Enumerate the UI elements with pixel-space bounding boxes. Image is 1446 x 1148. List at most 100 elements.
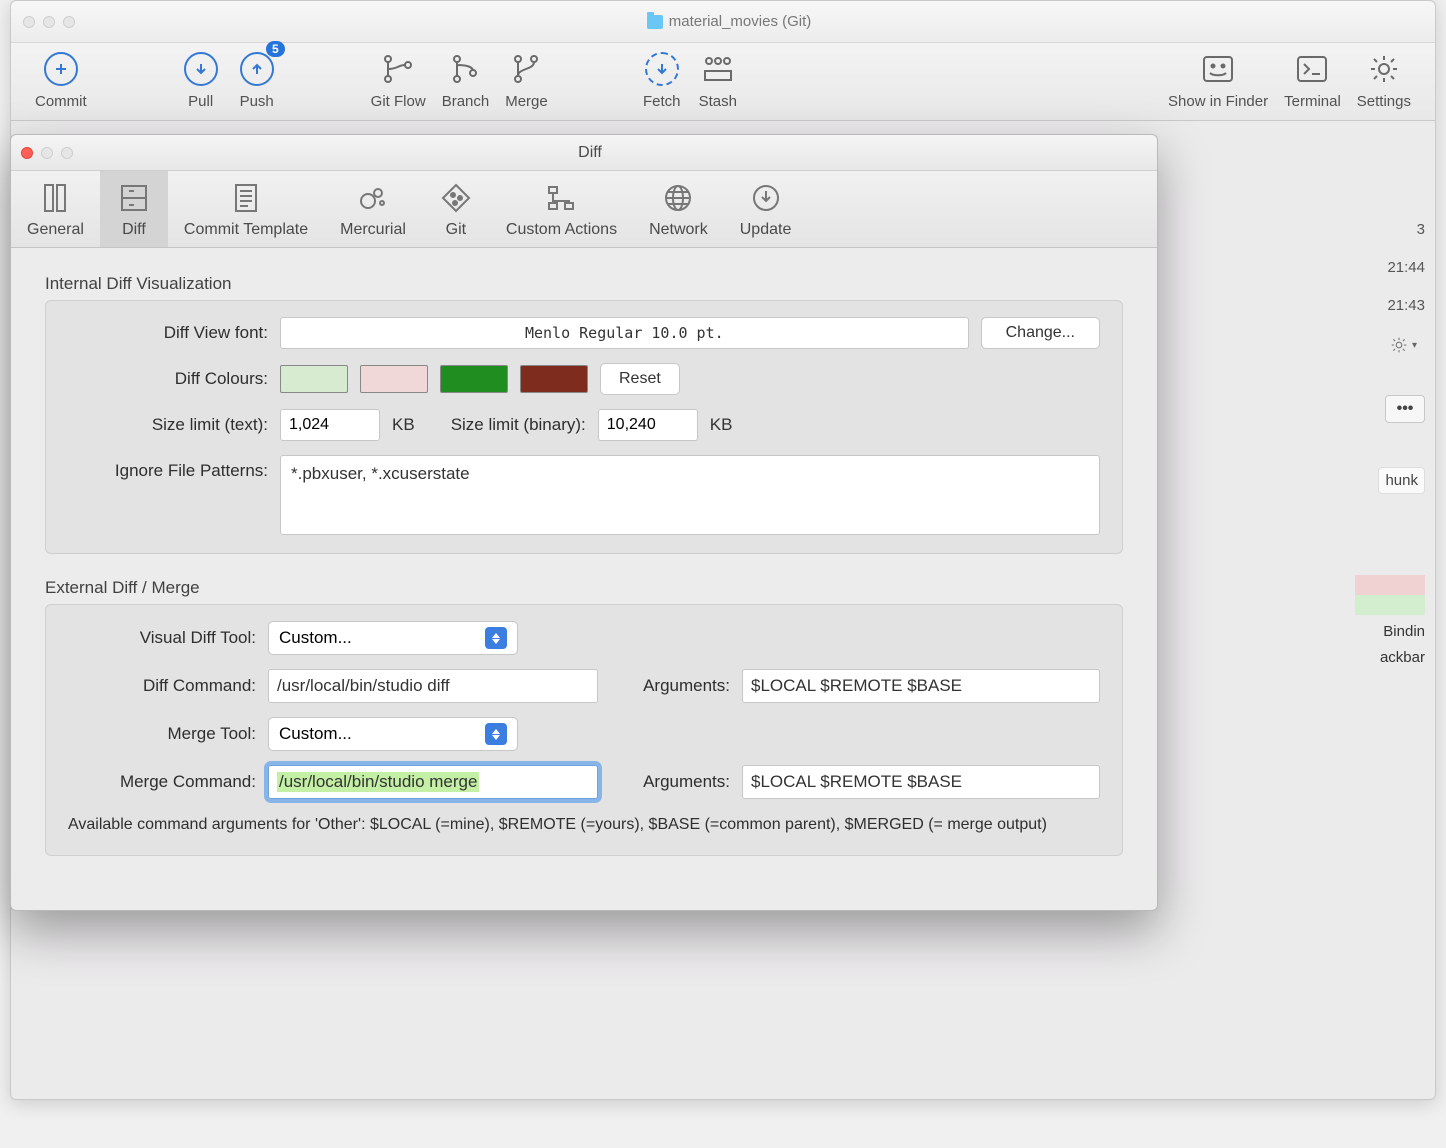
fetch-label: Fetch — [643, 93, 681, 110]
merge-command-value: /usr/local/bin/studio merge — [277, 772, 479, 792]
bg-text: 21:44 — [1387, 259, 1425, 276]
gitflow-button[interactable]: Git Flow — [367, 49, 430, 110]
merge-command-input[interactable]: /usr/local/bin/studio merge — [268, 765, 598, 799]
stash-button[interactable]: Stash — [694, 49, 742, 110]
gear-icon — [1364, 49, 1404, 89]
size-bin-input[interactable] — [598, 409, 698, 441]
show-in-finder-button[interactable]: Show in Finder — [1164, 49, 1272, 110]
push-badge — [237, 49, 277, 89]
preferences-dialog: Diff General Diff Commit Template Mercur… — [10, 134, 1158, 911]
main-toolbar: Commit Pull Push Git Flow Branch Merge F… — [11, 43, 1435, 121]
tab-label: General — [27, 221, 84, 239]
size-bin-label: Size limit (binary): — [451, 415, 586, 435]
tab-mercurial[interactable]: Mercurial — [324, 171, 422, 247]
tab-label: Mercurial — [340, 221, 406, 239]
font-label: Diff View font: — [68, 323, 268, 343]
mercurial-icon — [355, 181, 391, 215]
chevron-updown-icon — [485, 627, 507, 649]
tab-diff[interactable]: Diff — [100, 171, 168, 247]
unit-kb: KB — [710, 415, 733, 435]
hunk-button[interactable]: hunk — [1378, 467, 1425, 494]
tab-label: Network — [649, 221, 708, 239]
commit-button[interactable]: Commit — [31, 49, 91, 110]
merge-button[interactable]: Merge — [501, 49, 552, 110]
general-icon — [37, 181, 73, 215]
branch-label: Branch — [442, 93, 490, 110]
section-heading: External Diff / Merge — [45, 578, 1123, 598]
bg-gear-dropdown[interactable]: ▾ — [1390, 336, 1417, 354]
settings-label: Settings — [1357, 93, 1411, 110]
visual-diff-label: Visual Diff Tool: — [68, 628, 256, 648]
stash-label: Stash — [699, 93, 737, 110]
branch-button[interactable]: Branch — [438, 49, 494, 110]
folder-icon — [647, 15, 663, 29]
arguments-label: Arguments: — [610, 772, 730, 792]
finder-label: Show in Finder — [1168, 93, 1268, 110]
diff-added-line — [1355, 595, 1425, 615]
close-icon[interactable] — [23, 16, 35, 28]
select-value: Custom... — [279, 724, 352, 744]
help-text: Available command arguments for 'Other':… — [68, 813, 1100, 837]
reset-colours-button[interactable]: Reset — [600, 363, 680, 395]
merge-arguments-input[interactable] — [742, 765, 1100, 799]
tab-commit-template[interactable]: Commit Template — [168, 171, 324, 247]
tab-label: Commit Template — [184, 221, 308, 239]
diff-removed-line — [1355, 575, 1425, 595]
size-text-input[interactable] — [280, 409, 380, 441]
zoom-icon[interactable] — [63, 16, 75, 28]
tab-label: Update — [740, 221, 792, 239]
prefs-title: Diff — [83, 144, 1097, 162]
internal-diff-panel: Diff View font: Menlo Regular 10.0 pt. C… — [45, 300, 1123, 554]
settings-button[interactable]: Settings — [1353, 49, 1415, 110]
chevron-updown-icon — [485, 723, 507, 745]
close-icon[interactable] — [21, 147, 33, 159]
tab-custom-actions[interactable]: Custom Actions — [490, 171, 633, 247]
colour-swatch-removed-light[interactable] — [360, 365, 428, 393]
tab-label: Git — [446, 221, 466, 239]
select-value: Custom... — [279, 628, 352, 648]
push-button[interactable]: Push — [233, 49, 281, 110]
git-icon — [438, 181, 474, 215]
tab-label: Custom Actions — [506, 221, 617, 239]
pull-label: Pull — [188, 93, 213, 110]
actions-icon — [543, 181, 579, 215]
tab-git[interactable]: Git — [422, 171, 490, 247]
terminal-label: Terminal — [1284, 93, 1341, 110]
prefs-body: Internal Diff Visualization Diff View fo… — [11, 248, 1157, 910]
tab-update[interactable]: Update — [724, 171, 808, 247]
traffic-lights — [23, 16, 75, 28]
traffic-lights — [21, 147, 73, 159]
colour-swatch-removed-dark[interactable] — [520, 365, 588, 393]
more-icon[interactable]: ••• — [1385, 395, 1425, 423]
ignore-patterns-input[interactable] — [280, 455, 1100, 535]
tab-general[interactable]: General — [11, 171, 100, 247]
bg-text: Bindin — [1383, 623, 1425, 640]
gitflow-label: Git Flow — [371, 93, 426, 110]
diff-command-input[interactable] — [268, 669, 598, 703]
merge-tool-select[interactable]: Custom... — [268, 717, 518, 751]
arguments-label: Arguments: — [610, 676, 730, 696]
minimize-icon[interactable] — [43, 16, 55, 28]
visual-diff-select[interactable]: Custom... — [268, 621, 518, 655]
external-diff-panel: Visual Diff Tool: Custom... Diff Command… — [45, 604, 1123, 856]
network-icon — [660, 181, 696, 215]
minimize-icon[interactable] — [41, 147, 53, 159]
zoom-icon[interactable] — [61, 147, 73, 159]
fetch-button[interactable]: Fetch — [638, 49, 686, 110]
prefs-titlebar: Diff — [11, 135, 1157, 171]
prefs-tabs: General Diff Commit Template Mercurial G… — [11, 171, 1157, 248]
commit-label: Commit — [35, 93, 87, 110]
change-font-button[interactable]: Change... — [981, 317, 1100, 349]
diff-arguments-input[interactable] — [742, 669, 1100, 703]
font-display: Menlo Regular 10.0 pt. — [280, 317, 969, 349]
colour-swatch-added-dark[interactable] — [440, 365, 508, 393]
window-title: material_movies (Git) — [93, 13, 1365, 30]
merge-tool-label: Merge Tool: — [68, 724, 256, 744]
tab-network[interactable]: Network — [633, 171, 724, 247]
pull-button[interactable]: Pull — [177, 49, 225, 110]
tab-label: Diff — [122, 221, 146, 239]
colour-swatch-added-light[interactable] — [280, 365, 348, 393]
size-text-label: Size limit (text): — [68, 415, 268, 435]
terminal-button[interactable]: Terminal — [1280, 49, 1345, 110]
diff-command-label: Diff Command: — [68, 676, 256, 696]
